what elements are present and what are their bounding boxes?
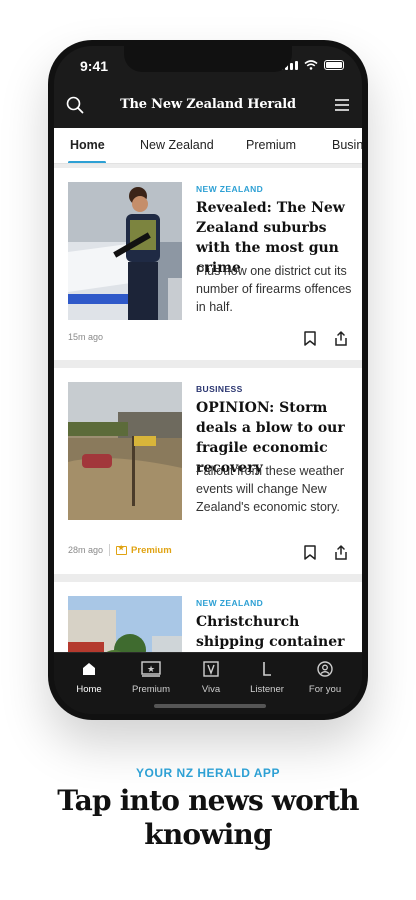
search-icon[interactable] xyxy=(66,96,84,114)
tab-premium[interactable]: Premium xyxy=(246,138,296,152)
nav-home[interactable]: Home xyxy=(64,661,114,695)
article-meta: 28m ago Premium xyxy=(68,544,172,556)
article-actions xyxy=(304,331,348,346)
nav-for-you[interactable]: For you xyxy=(300,661,350,695)
wifi-icon xyxy=(304,60,318,70)
svg-text:★: ★ xyxy=(147,665,155,675)
article-headline[interactable]: Christchurch shipping container site spa… xyxy=(196,612,354,652)
meta-divider xyxy=(109,544,111,556)
article-card[interactable]: NEW ZEALAND Christchurch shipping contai… xyxy=(54,582,362,652)
tab-home[interactable]: Home xyxy=(70,138,105,152)
nav-listener-label: Listener xyxy=(250,684,284,695)
article-timestamp: 28m ago xyxy=(68,545,104,555)
article-thumbnail xyxy=(68,182,182,320)
article-section: NEW ZEALAND xyxy=(196,598,264,608)
active-tab-indicator xyxy=(68,161,106,163)
nav-premium[interactable]: ★ Premium xyxy=(126,661,176,695)
nav-viva-label: Viva xyxy=(201,684,221,695)
nav-premium-label: Premium xyxy=(131,684,170,695)
share-icon[interactable] xyxy=(334,545,348,560)
nav-listener[interactable]: Listener xyxy=(242,661,292,695)
hamburger-menu-icon[interactable] xyxy=(334,98,350,112)
article-feed: Home New Zealand Premium Busin NEW ZEALA… xyxy=(54,128,362,652)
phone-screen: 9:41 The New Zealand Herald Home New Zea… xyxy=(54,46,362,714)
bottom-navigation: Home ★ Premium Viva Listener For you xyxy=(54,652,362,714)
article-meta: 15m ago xyxy=(68,332,103,342)
promo-tagline: YOUR NZ HERALD APP xyxy=(136,766,280,780)
listener-icon xyxy=(263,662,271,676)
app-bar: The New Zealand Herald xyxy=(54,86,362,128)
masthead-logo[interactable]: The New Zealand Herald xyxy=(114,97,302,112)
promo-title: Tap into news worth knowing xyxy=(57,784,359,851)
article-thumbnail xyxy=(68,596,182,652)
viva-icon xyxy=(203,661,219,677)
share-icon[interactable] xyxy=(334,331,348,346)
home-icon xyxy=(83,663,95,675)
section-tabs: Home New Zealand Premium Busin xyxy=(54,128,362,164)
article-section: NEW ZEALAND xyxy=(196,184,264,194)
phone-notch xyxy=(124,46,292,72)
tab-new-zealand[interactable]: New Zealand xyxy=(140,138,214,152)
article-timestamp: 15m ago xyxy=(68,332,104,342)
article-card[interactable]: BUSINESS OPINION: Storm deals a blow to … xyxy=(54,368,362,574)
nav-home-label: Home xyxy=(76,684,102,695)
bookmark-icon[interactable] xyxy=(304,545,316,560)
article-section: BUSINESS xyxy=(196,384,243,394)
article-card[interactable]: NEW ZEALAND Revealed: The New Zealand su… xyxy=(54,168,362,360)
bookmark-icon[interactable] xyxy=(304,331,316,346)
home-indicator[interactable] xyxy=(154,704,266,708)
nav-for-you-label: For you xyxy=(308,684,342,695)
user-icon xyxy=(317,661,333,677)
tab-business[interactable]: Busin xyxy=(332,138,362,152)
phone-frame: 9:41 The New Zealand Herald Home New Zea… xyxy=(48,40,368,720)
battery-icon xyxy=(324,60,344,70)
premium-label: Premium xyxy=(131,544,172,556)
status-time: 9:41 xyxy=(80,58,109,74)
article-summary: Fallout from these weather events will c… xyxy=(196,464,344,514)
article-summary: Plus how one district cut its number of … xyxy=(196,264,352,314)
article-actions xyxy=(304,545,348,560)
premium-icon: ★ xyxy=(141,661,161,677)
nav-viva[interactable]: Viva xyxy=(186,661,236,695)
article-thumbnail xyxy=(68,382,182,520)
premium-badge: Premium xyxy=(116,544,172,556)
premium-icon xyxy=(116,544,128,555)
